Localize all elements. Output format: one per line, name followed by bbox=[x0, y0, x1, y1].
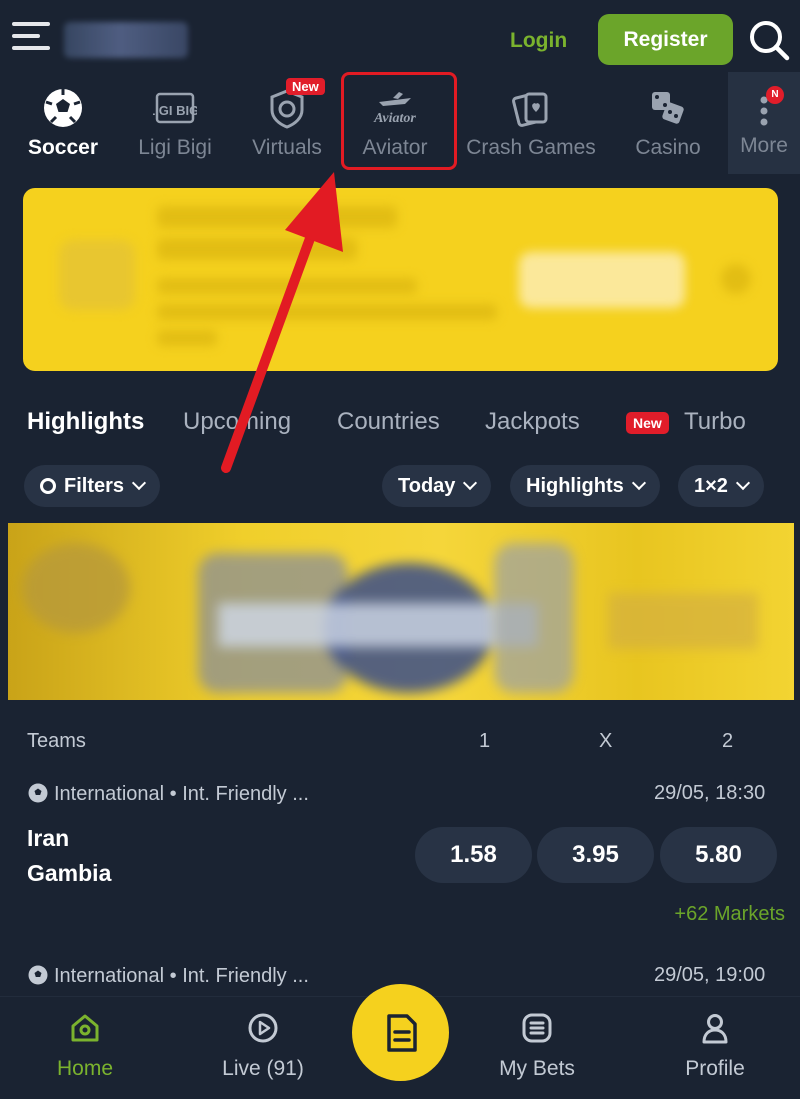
away-odds-column-header: 2 bbox=[722, 730, 734, 752]
category-aviator[interactable]: Aviator Aviator bbox=[346, 72, 444, 176]
login-button[interactable]: Login bbox=[510, 24, 567, 58]
category-virtuals[interactable]: New Virtuals bbox=[240, 72, 334, 176]
category-label: Aviator bbox=[362, 136, 428, 159]
market-filter-label: 1×2 bbox=[694, 475, 728, 497]
home-team-name[interactable]: Iran bbox=[27, 825, 69, 852]
odds-home-button[interactable]: 1.58 bbox=[415, 827, 532, 883]
play-circle-icon bbox=[248, 1013, 278, 1043]
category-label: Casino bbox=[635, 136, 701, 159]
tab-countries[interactable]: Countries bbox=[337, 408, 440, 436]
match-datetime: 29/05, 18:30 bbox=[654, 782, 766, 804]
ligi-bigi-logo-icon: LIGI BIGI bbox=[153, 92, 197, 124]
nav-live[interactable]: Live (91) bbox=[208, 997, 318, 1099]
category-label: More bbox=[740, 134, 788, 157]
betslip-button[interactable] bbox=[352, 984, 449, 1081]
category-label: Soccer bbox=[27, 136, 99, 159]
date-filter-dropdown[interactable]: Today bbox=[382, 465, 492, 507]
nav-home[interactable]: Home bbox=[30, 997, 140, 1099]
filters-label: Filters bbox=[64, 475, 125, 497]
category-more[interactable]: N More bbox=[728, 72, 800, 174]
turbo-new-badge: New bbox=[626, 412, 669, 434]
date-filter-label: Today bbox=[398, 475, 456, 497]
match-datetime: 29/05, 19:00 bbox=[654, 964, 766, 986]
league-text: International • Int. Friendly ... bbox=[54, 965, 309, 987]
teams-column-header: Teams bbox=[27, 730, 86, 752]
bets-list-icon bbox=[522, 1013, 552, 1043]
draw-odds-column-header: X bbox=[599, 730, 613, 752]
league-text: International • Int. Friendly ... bbox=[54, 783, 309, 805]
soccer-ball-icon bbox=[44, 89, 82, 127]
dice-icon bbox=[652, 92, 684, 124]
category-ligi-bigi[interactable]: LIGI BIGI Ligi Bigi bbox=[126, 72, 224, 176]
svg-text:Aviator: Aviator bbox=[373, 111, 416, 126]
sports-promo-banner[interactable] bbox=[8, 523, 794, 700]
away-team-name[interactable]: Gambia bbox=[27, 860, 111, 887]
market-filter-dropdown[interactable]: 1×2 bbox=[678, 465, 764, 507]
chevron-down-icon bbox=[131, 475, 147, 491]
highlights-filter-dropdown[interactable]: Highlights bbox=[510, 465, 660, 507]
gear-icon bbox=[40, 478, 56, 494]
tab-upcoming[interactable]: Upcoming bbox=[183, 408, 291, 436]
hamburger-menu-icon[interactable] bbox=[12, 22, 50, 54]
category-soccer[interactable]: Soccer bbox=[14, 72, 112, 176]
tab-highlights[interactable]: Highlights bbox=[27, 408, 144, 436]
chevron-down-icon bbox=[735, 475, 751, 491]
tab-bar: Highlights Upcoming Countries Jackpots T… bbox=[0, 400, 800, 450]
category-crash-games[interactable]: Crash Games bbox=[462, 72, 600, 176]
chevron-down-icon bbox=[463, 475, 478, 491]
soccer-ball-icon bbox=[28, 783, 48, 803]
filters-button[interactable]: Filters bbox=[24, 465, 161, 507]
nav-home-label: Home bbox=[56, 1057, 114, 1080]
nav-profile-label: Profile bbox=[685, 1057, 745, 1080]
soccer-ball-icon bbox=[28, 965, 48, 985]
top-bar: Login Register bbox=[0, 0, 800, 78]
register-button[interactable]: Register bbox=[598, 14, 733, 65]
nav-live-label: Live (91) bbox=[222, 1057, 304, 1080]
home-icon bbox=[71, 1014, 99, 1042]
svg-text:LIGI BIGI: LIGI BIGI bbox=[153, 103, 197, 118]
home-odds-column-header: 1 bbox=[479, 730, 491, 752]
more-markets-link[interactable]: +62 Markets bbox=[640, 903, 785, 926]
betslip-icon bbox=[387, 1014, 417, 1052]
category-label: Virtuals bbox=[252, 136, 322, 159]
notification-badge: N bbox=[766, 86, 784, 104]
promo-banner[interactable] bbox=[23, 188, 778, 371]
nav-my-bets[interactable]: My Bets bbox=[480, 997, 594, 1099]
match-league: International • Int. Friendly ... bbox=[27, 782, 309, 806]
search-icon[interactable] bbox=[748, 19, 790, 61]
nav-profile[interactable]: Profile bbox=[660, 997, 770, 1099]
match-league: International • Int. Friendly ... bbox=[27, 964, 309, 988]
new-badge: New bbox=[286, 78, 325, 95]
aviator-plane-icon: Aviator bbox=[373, 92, 416, 126]
odds-draw-button[interactable]: 3.95 bbox=[537, 827, 654, 883]
highlights-filter-label: Highlights bbox=[526, 475, 624, 497]
chevron-down-icon bbox=[631, 475, 646, 491]
category-nav: Soccer LIGI BIGI Ligi Bigi New Virtuals … bbox=[0, 72, 800, 176]
category-casino[interactable]: Casino bbox=[626, 72, 710, 176]
tab-jackpots[interactable]: Jackpots bbox=[485, 408, 580, 436]
category-label: Crash Games bbox=[466, 136, 596, 159]
nav-my-bets-label: My Bets bbox=[499, 1057, 575, 1080]
odds-away-button[interactable]: 5.80 bbox=[660, 827, 777, 883]
brand-logo[interactable] bbox=[64, 22, 188, 58]
user-icon bbox=[702, 1014, 728, 1044]
category-label: Ligi Bigi bbox=[138, 136, 212, 159]
cards-icon bbox=[512, 92, 548, 127]
tab-turbo[interactable]: Turbo bbox=[684, 408, 746, 436]
